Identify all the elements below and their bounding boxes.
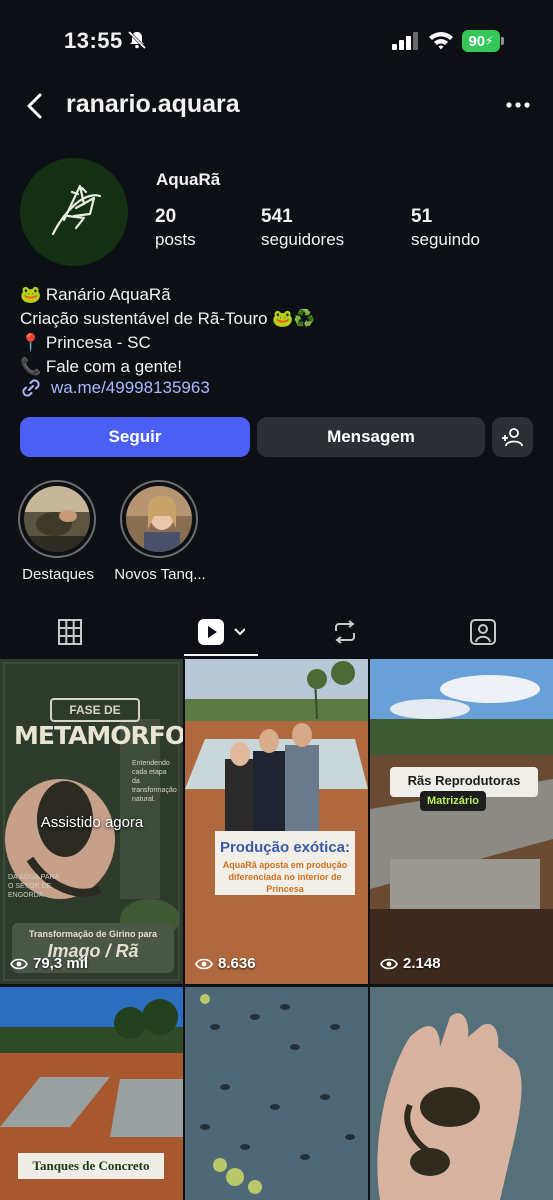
active-tab-indicator (184, 654, 258, 656)
bio-line: 📍 Princesa - SC (20, 333, 151, 352)
highlight-label: Novos Tanq... (114, 566, 206, 583)
reel-post-girino-na-mao[interactable] (370, 987, 553, 1200)
tagged-person-icon (470, 619, 496, 645)
back-arrow-icon[interactable] (24, 92, 48, 120)
reel-label: Rãs Reprodutoras (407, 773, 521, 788)
reel-post-producao-exotica[interactable]: Produção exótica: AquaRã aposta em produ… (185, 659, 368, 984)
reel-side-text: Entendendo cada etapa da transformação n… (132, 760, 177, 803)
eye-icon (195, 958, 213, 969)
highlight-novos-tanques[interactable]: Novos Tanq... (114, 480, 206, 583)
profile-display-name: AquaRã (156, 170, 221, 189)
reel-caption-small: Transformação de Girino para (28, 929, 158, 939)
posts-count: 20 posts (155, 206, 196, 249)
muted-bell-icon (127, 30, 147, 50)
wifi-icon (429, 32, 453, 50)
reel-post-girinos[interactable] (185, 987, 368, 1200)
cellular-signal-icon (392, 32, 418, 50)
followers-count[interactable]: 541 seguidores (261, 205, 344, 251)
profile-username: ranario.aquara (66, 90, 240, 118)
reel-post-ras-reprodutoras[interactable]: Rãs Reprodutoras Matrizário 2.148 (370, 659, 553, 984)
view-count: 79,3 mil (10, 955, 88, 972)
follow-button[interactable]: Seguir (20, 417, 250, 457)
bio-line: Criação sustentável de Rã-Touro 🐸♻️ (20, 309, 315, 328)
tab-tagged[interactable] (453, 612, 513, 652)
reel-post-tanques-concreto[interactable]: Tanques de Concreto (0, 987, 183, 1200)
highlight-label: Destaques (22, 566, 94, 583)
bio-line: 📞 Fale com a gente! (20, 357, 182, 376)
view-count: 8.636 (195, 955, 256, 972)
following-count[interactable]: 51 seguindo (411, 205, 480, 251)
reel-headline: Produção exótica: (219, 839, 351, 856)
reels-play-icon (198, 619, 245, 645)
tab-grid[interactable] (40, 612, 100, 652)
repost-icon (335, 620, 355, 644)
highlight-ring (120, 480, 198, 558)
highlight-thumbnail (24, 486, 90, 552)
add-user-icon (501, 428, 523, 447)
reel-subtitle: AquaRã aposta em produção diferenciada n… (222, 860, 348, 894)
profile-avatar[interactable] (20, 158, 128, 266)
reel-title-main: METAMORFOSE: (14, 721, 183, 750)
highlight-destaques[interactable]: Destaques (18, 480, 98, 583)
eye-icon (380, 958, 398, 969)
reel-thumbnail (370, 987, 553, 1200)
status-time: 13:55 (64, 28, 123, 53)
profile-link-text[interactable]: wa.me/49998135963 (51, 378, 210, 398)
watched-now-label: Assistido agora (40, 814, 144, 831)
reel-sublabel: Matrizário (427, 795, 479, 807)
reel-title-top: FASE DE (50, 698, 140, 722)
add-user-button[interactable] (492, 417, 533, 457)
highlight-ring (18, 480, 96, 558)
tab-reposts[interactable] (315, 612, 375, 652)
frog-leg-logo-icon (20, 158, 128, 266)
battery-tip (501, 37, 504, 45)
bio-line: 🐸 Ranário AquaRã (20, 285, 171, 304)
profile-link[interactable]: wa.me/49998135963 (20, 377, 210, 399)
link-icon (22, 379, 40, 397)
tab-reels[interactable] (184, 612, 258, 652)
reel-label: Tanques de Concreto (32, 1158, 150, 1173)
grid-icon (58, 619, 82, 645)
view-count: 2.148 (380, 955, 441, 972)
battery-indicator: 90 ⚡ (462, 30, 500, 52)
reel-thumbnail (185, 659, 368, 984)
highlight-thumbnail (126, 486, 192, 552)
more-options-icon[interactable] (505, 100, 531, 110)
profile-bio: 🐸 Ranário AquaRã Criação sustentável de … (20, 283, 315, 379)
message-button[interactable]: Mensagem (257, 417, 485, 457)
reel-thumbnail (185, 987, 368, 1200)
reel-badge-text: DA ÁGUA PARA O SETOR DE ENGORDA (8, 874, 59, 899)
reel-thumbnail (370, 659, 553, 984)
reel-post-metamorfose[interactable]: FASE DE METAMORFOSE: Entendendo cada eta… (0, 659, 183, 984)
eye-icon (10, 958, 28, 969)
